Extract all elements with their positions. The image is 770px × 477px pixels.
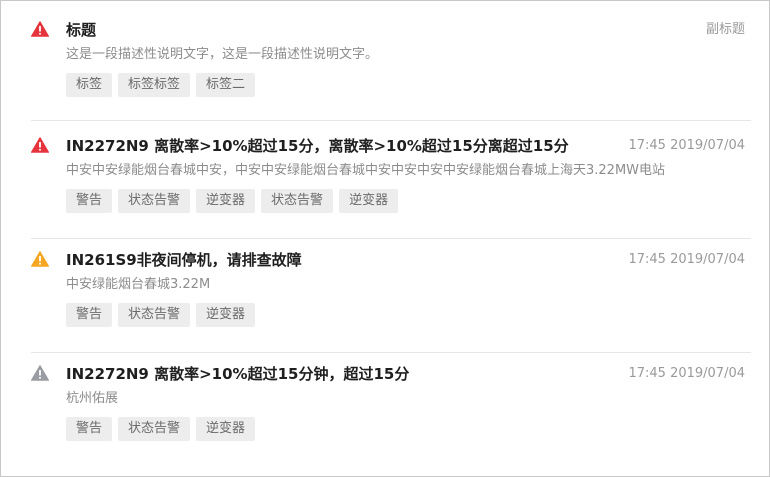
alert-list-item[interactable]: 标题 副标题 这是一段描述性说明文字，这是一段描述性说明文字。 标签 标签标签 标签… [31,19,751,121]
alert-list-item[interactable]: IN2272N9 离散率>10%超过15分，离散率>10%超过15分离超过15分… [31,135,751,239]
alert-triangle-icon [31,137,49,153]
tag: 状态告警 [118,189,191,213]
item-header: IN2272N9 离散率>10%超过15分钟，超过15分 17:45 2019/… [31,363,751,385]
item-meta: 副标题 [705,22,745,37]
item-description: 中安中安绿能烟台春城中安，中安中安绿能烟台春城中安中安中安中安绿能烟台春城上海天… [66,163,666,178]
tag: 逆变器 [196,303,256,327]
tag-group: 警告 状态告警 逆变器 状态告警 逆变器 [66,189,751,213]
tag: 标签二 [196,73,256,97]
item-meta: 17:45 2019/07/04 [628,366,745,381]
item-meta: 17:45 2019/07/04 [628,138,745,153]
tag: 警告 [66,189,113,213]
tag: 逆变器 [339,189,399,213]
item-header: IN2272N9 离散率>10%超过15分，离散率>10%超过15分离超过15分… [31,135,751,157]
alert-list-item[interactable]: IN2272N9 离散率>10%超过15分钟，超过15分 17:45 2019/… [31,363,751,463]
alert-triangle-icon [31,21,49,37]
alert-list-item[interactable]: IN261S9非夜间停机，请排查故障 17:45 2019/07/04 中安绿能… [31,249,751,353]
tag: 逆变器 [196,189,256,213]
alert-triangle-icon [31,251,49,267]
tag: 逆变器 [196,417,256,441]
tag: 状态告警 [118,303,191,327]
tag: 标签 [66,73,113,97]
item-header: IN261S9非夜间停机，请排查故障 17:45 2019/07/04 [31,249,751,271]
item-description: 中安绿能烟台春城3.22M [66,277,211,292]
tag: 状态告警 [261,189,334,213]
item-description: 这是一段描述性说明文字，这是一段描述性说明文字。 [66,47,379,62]
item-meta: 17:45 2019/07/04 [628,252,745,267]
item-title: IN2272N9 离散率>10%超过15分钟，超过15分 [66,365,410,383]
item-title: IN2272N9 离散率>10%超过15分，离散率>10%超过15分离超过15分 [66,137,569,155]
alert-triangle-icon [31,365,49,381]
tag: 标签标签 [118,73,191,97]
item-header: 标题 副标题 [31,19,751,41]
tag: 警告 [66,417,113,441]
alert-list-panel: 标题 副标题 这是一段描述性说明文字，这是一段描述性说明文字。 标签 标签标签 标签… [0,0,770,477]
tag-group: 标签 标签标签 标签二 [66,73,751,97]
item-description: 杭州佑展 [66,391,119,406]
tag-group: 警告 状态告警 逆变器 [66,303,751,327]
tag: 警告 [66,303,113,327]
item-title: 标题 [66,21,97,39]
tag-group: 警告 状态告警 逆变器 [66,417,751,441]
item-title: IN261S9非夜间停机，请排查故障 [66,251,302,269]
tag: 状态告警 [118,417,191,441]
